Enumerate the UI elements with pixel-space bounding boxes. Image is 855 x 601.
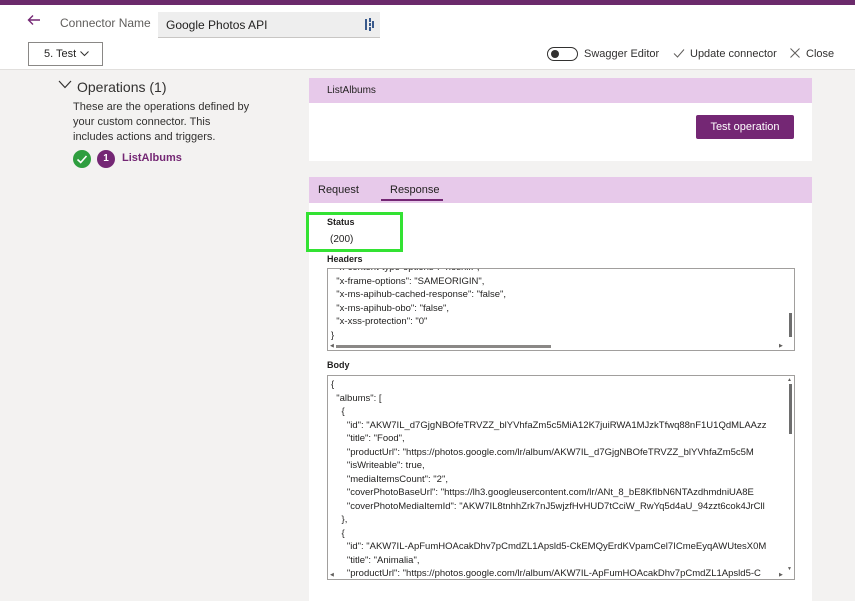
tab-bar: Request Response: [309, 177, 812, 203]
close-icon: [790, 48, 800, 58]
operation-card: ListAlbums Test operation: [309, 78, 812, 161]
status-highlight-box: [306, 212, 403, 252]
scroll-left-arrow-icon[interactable]: ◀: [330, 343, 334, 349]
headers-textarea[interactable]: "x-content-type-options": "nosniff", "x-…: [327, 268, 795, 351]
update-connector-button[interactable]: Update connector: [690, 48, 777, 60]
toolbar: 5. Test Swagger Editor Update connector …: [0, 38, 855, 70]
test-operation-button[interactable]: Test operation: [696, 115, 794, 139]
connector-name-value: Google Photos API: [166, 18, 268, 32]
headers-label: Headers: [327, 254, 363, 264]
tab-request[interactable]: Request: [318, 184, 359, 196]
body-label: Body: [327, 360, 350, 370]
scroll-right-arrow-icon[interactable]: ▶: [779, 343, 783, 349]
operation-number-badge: 1: [97, 150, 115, 168]
operations-title: Operations (1): [77, 79, 167, 95]
scroll-right-arrow-icon[interactable]: ▶: [779, 572, 783, 578]
tab-response[interactable]: Response: [390, 184, 440, 196]
body-vertical-scrollbar[interactable]: [789, 384, 792, 434]
back-arrow-icon[interactable]: [26, 12, 42, 28]
collapse-chevron-icon[interactable]: [58, 80, 72, 89]
step-dropdown[interactable]: 5. Test: [28, 42, 103, 66]
chevron-down-icon: [80, 51, 89, 57]
headers-vertical-scrollbar[interactable]: [789, 313, 792, 337]
headers-horizontal-scrollbar[interactable]: [336, 345, 551, 348]
operation-item-listalbums[interactable]: ListAlbums: [122, 152, 182, 164]
success-check-icon: [73, 150, 91, 168]
connector-edit-icon[interactable]: [365, 18, 375, 31]
swagger-editor-label: Swagger Editor: [584, 48, 660, 60]
scroll-up-arrow-icon[interactable]: ▲: [787, 377, 792, 383]
connector-name-label: Connector Name: [60, 16, 151, 30]
toggle-knob: [551, 50, 559, 58]
operation-card-title: ListAlbums: [309, 78, 812, 103]
close-button[interactable]: Close: [806, 48, 834, 60]
body-content: { "albums": [ { "id": "AKW7IL_d7GjgNBOfe…: [331, 379, 767, 579]
active-tab-underline: [381, 199, 443, 201]
swagger-editor-toggle[interactable]: [547, 47, 578, 61]
connector-header: Connector Name Google Photos API: [0, 5, 855, 38]
scroll-down-arrow-icon[interactable]: ▼: [787, 566, 792, 572]
step-dropdown-value: 5. Test: [44, 48, 77, 60]
check-icon: [673, 49, 685, 58]
body-textarea[interactable]: { "albums": [ { "id": "AKW7IL_d7GjgNBOfe…: [327, 375, 795, 580]
connector-name-input[interactable]: Google Photos API: [158, 12, 380, 38]
operations-description: These are the operations defined by your…: [73, 101, 250, 143]
scroll-left-arrow-icon[interactable]: ◀: [330, 572, 334, 578]
headers-content: "x-content-type-options": "nosniff", "x-…: [331, 269, 507, 341]
